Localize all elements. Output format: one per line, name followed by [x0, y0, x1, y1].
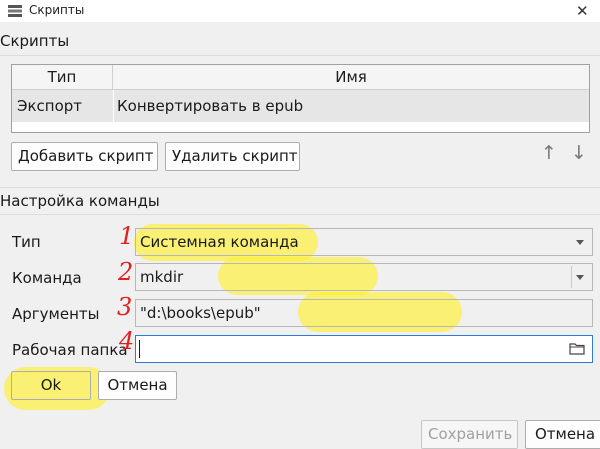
command-value: mkdir [140, 268, 184, 286]
chevron-down-icon[interactable] [576, 240, 584, 245]
command-combo[interactable]: mkdir [135, 263, 593, 291]
workdir-input[interactable] [135, 335, 593, 363]
table-row[interactable]: Экспорт Конвертировать в epub [12, 90, 589, 122]
annotation-2: 2 [118, 258, 134, 286]
arrow-up-icon[interactable]: ↑ [541, 142, 557, 164]
command-group-line [0, 214, 600, 215]
window-title: Скрипты [29, 3, 85, 17]
save-button[interactable]: Сохранить [421, 420, 518, 449]
close-icon[interactable]: ✕ [576, 2, 589, 20]
arguments-label: Аргументы [12, 305, 100, 323]
folder-icon[interactable] [569, 341, 585, 357]
type-value: Системная команда [140, 233, 299, 251]
cell-type: Экспорт [17, 97, 83, 115]
scripts-group-line [0, 55, 600, 56]
delete-script-button[interactable]: Удалить скрипт [165, 142, 300, 171]
workdir-label: Рабочая папка [12, 341, 128, 359]
annotation-1: 1 [119, 222, 135, 250]
scripts-section-label: Скрипты [0, 32, 70, 50]
dialog-cancel-button[interactable]: Отмена [525, 420, 600, 449]
chevron-down-icon[interactable] [576, 275, 584, 280]
annotation-3: 3 [117, 293, 133, 321]
add-script-button[interactable]: Добавить скрипт [11, 142, 158, 171]
scripts-table[interactable]: Тип Имя Экспорт Конвертировать в epub [11, 64, 590, 133]
arrow-down-icon[interactable]: ↓ [571, 142, 587, 164]
cell-name: Конвертировать в epub [117, 97, 304, 115]
cell-separator [113, 90, 114, 122]
arguments-value: "d:\books\epub" [140, 304, 261, 322]
command-label: Команда [12, 269, 82, 287]
column-header-type[interactable]: Тип [12, 65, 113, 90]
combo-separator [571, 266, 572, 288]
ok-button[interactable]: Ok [11, 371, 91, 400]
type-label: Тип [12, 233, 41, 251]
section-divider [0, 187, 600, 188]
text-caret [139, 340, 140, 358]
command-section-label: Настройка команды [0, 192, 160, 210]
column-header-name[interactable]: Имя [113, 65, 589, 90]
app-icon [8, 5, 22, 17]
arguments-input[interactable]: "d:\books\epub" [135, 299, 593, 327]
type-combo[interactable]: Системная команда [135, 228, 593, 256]
title-bar: Скрипты ✕ [0, 0, 600, 22]
command-cancel-button[interactable]: Отмена [98, 371, 177, 400]
